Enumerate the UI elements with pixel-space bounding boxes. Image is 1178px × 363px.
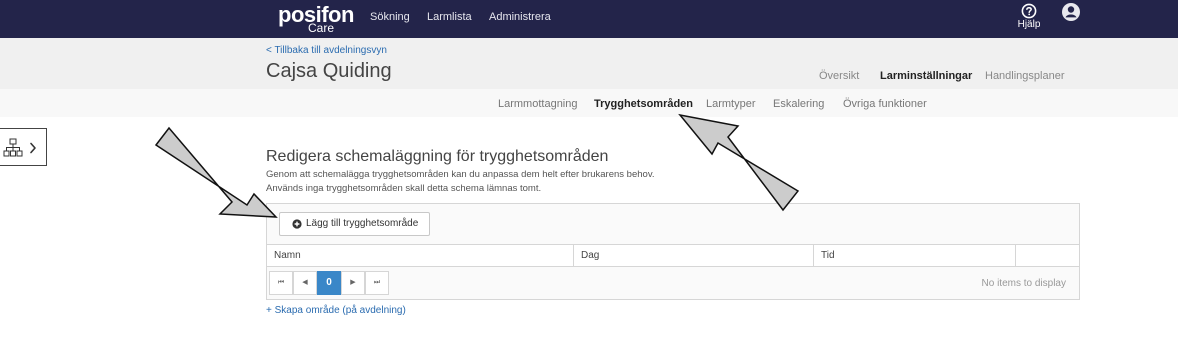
- annotation-arrows: [154, 113, 800, 218]
- annotation-arrow-right: [678, 113, 800, 212]
- annotation-arrow-left: [154, 126, 278, 218]
